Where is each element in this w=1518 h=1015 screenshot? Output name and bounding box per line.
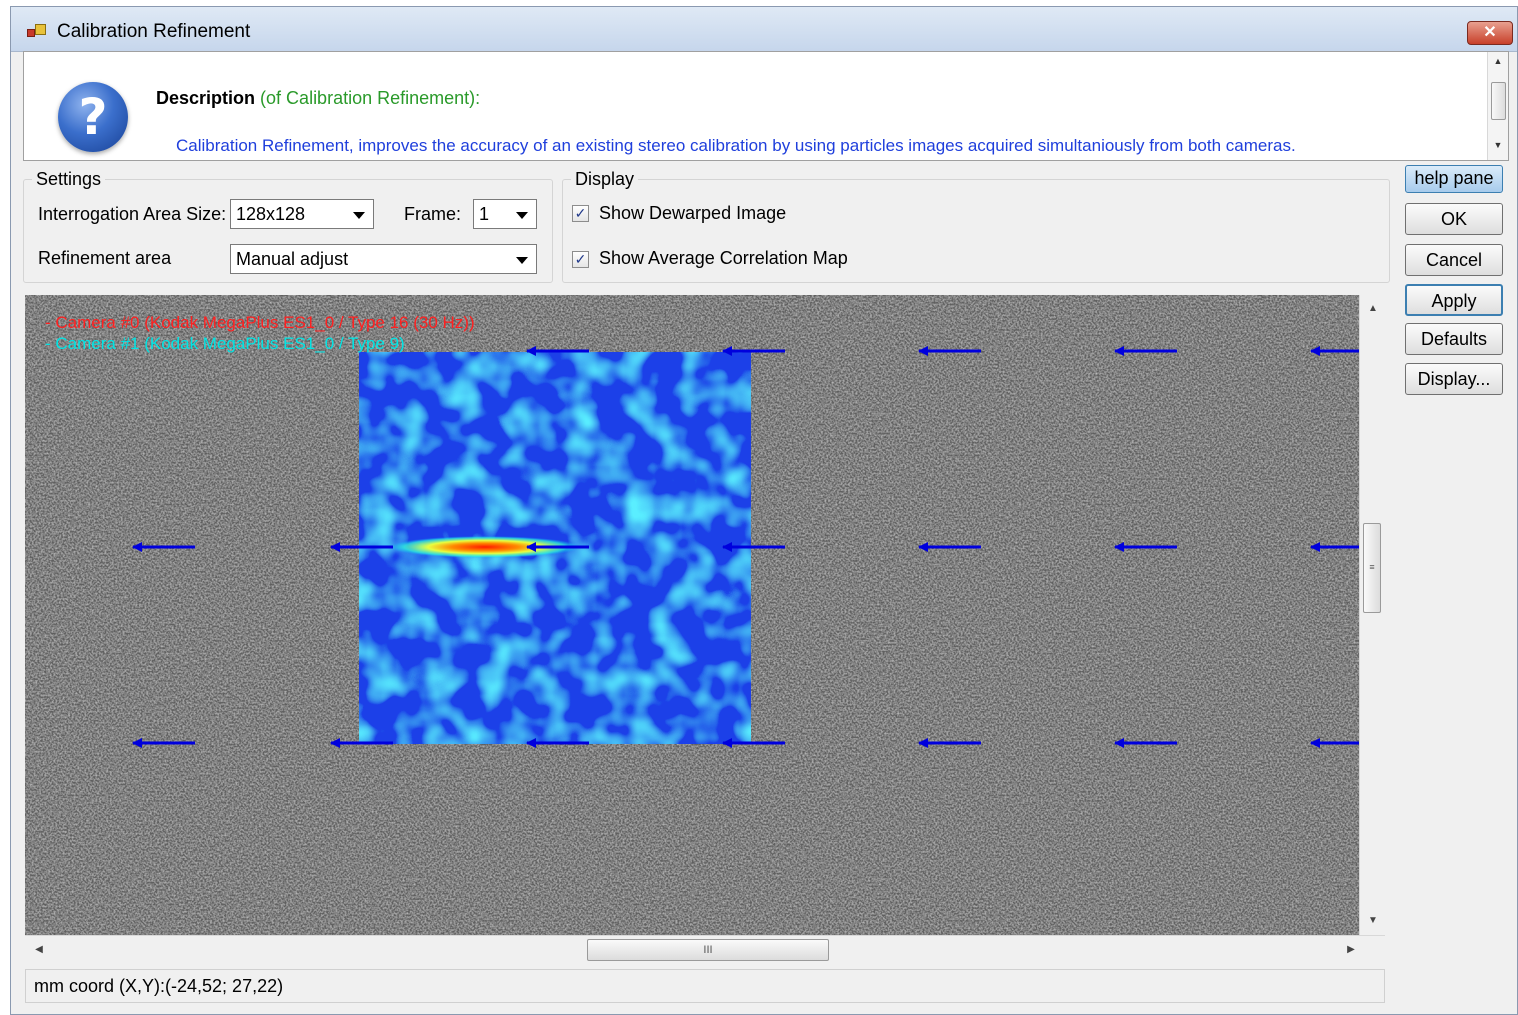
image-vertical-scrollbar[interactable]: ▲ ≡ ▼ (1359, 295, 1386, 935)
refinement-area-label: Refinement area (38, 248, 172, 268)
close-button[interactable]: ✕ (1467, 21, 1513, 45)
frame-value: 1 (479, 204, 490, 224)
description-scrollbar[interactable]: ▲ ▼ (1487, 52, 1508, 160)
horizontal-scroll-thumb[interactable]: III (587, 939, 829, 961)
ia-size-value: 128x128 (236, 204, 306, 224)
settings-group: Settings Interrogation Area Size: 128x12… (23, 169, 553, 283)
image-horizontal-scrollbar[interactable]: ◀ III ▶ (25, 935, 1385, 966)
show-avg-corr-checkbox[interactable]: ✓ (572, 251, 589, 268)
chevron-down-icon (516, 257, 528, 264)
scroll-thumb[interactable] (1491, 82, 1506, 120)
camera0-label: - Camera #0 (Kodak MegaPlus ES1_0 / Type… (45, 313, 475, 332)
description-text: Calibration Refinement, improves the acc… (176, 136, 1296, 155)
calibration-refinement-window: Calibration Refinement ✕ ? Description (… (10, 6, 1518, 1015)
description-heading-bold: Description (156, 88, 256, 108)
description-heading-sub: (of Calibration Refinement): (260, 88, 481, 108)
scroll-down-icon[interactable]: ▼ (1488, 140, 1508, 156)
scroll-left-icon[interactable]: ◀ (29, 940, 49, 960)
scroll-right-icon[interactable]: ▶ (1341, 940, 1361, 960)
ia-size-label: Interrogation Area Size: (38, 204, 227, 224)
show-dewarped-checkbox[interactable]: ✓ (572, 205, 589, 222)
scroll-down-icon[interactable]: ▼ (1360, 911, 1386, 931)
settings-group-title: Settings (32, 169, 106, 190)
description-heading: Description (of Calibration Refinement): (156, 88, 480, 109)
defaults-button[interactable]: Defaults (1405, 323, 1503, 355)
status-bar: mm coord (X,Y):(-24,52; 27,22) (25, 969, 1385, 1003)
frame-label: Frame: (404, 204, 462, 224)
vertical-scroll-thumb[interactable]: ≡ (1363, 523, 1381, 613)
help-pane-button[interactable]: help pane (1405, 165, 1503, 193)
app-icon (27, 23, 47, 39)
chevron-down-icon (516, 212, 528, 219)
window-title: Calibration Refinement (57, 21, 251, 42)
image-view[interactable]: - Camera #0 (Kodak MegaPlus ES1_0 / Type… (25, 295, 1385, 935)
title-bar[interactable]: Calibration Refinement ✕ (11, 7, 1517, 52)
display-button[interactable]: Display... (1405, 363, 1503, 395)
chevron-down-icon (353, 212, 365, 219)
display-group-title: Display (571, 169, 639, 190)
refinement-area-combo[interactable]: Manual adjust (230, 244, 537, 274)
frame-combo[interactable]: 1 (473, 199, 537, 229)
ia-size-combo[interactable]: 128x128 (230, 199, 374, 229)
ok-button[interactable]: OK (1405, 203, 1503, 235)
camera1-label: - Camera #1 (Kodak MegaPlus ES1_0 / Type… (45, 334, 405, 353)
scroll-up-icon[interactable]: ▲ (1488, 56, 1508, 72)
cancel-button[interactable]: Cancel (1405, 244, 1503, 276)
mm-coord-readout: mm coord (X,Y):(-24,52; 27,22) (34, 976, 284, 996)
display-group: Display ✓ Show Dewarped Image ✓ Show Ave… (562, 169, 1390, 283)
show-avg-corr-label[interactable]: Show Average Correlation Map (599, 248, 848, 269)
scroll-up-icon[interactable]: ▲ (1360, 299, 1386, 319)
description-pane: ? Description (of Calibration Refinement… (23, 51, 1509, 161)
show-dewarped-label[interactable]: Show Dewarped Image (599, 203, 786, 224)
refinement-area-value: Manual adjust (236, 249, 349, 269)
particle-image (25, 295, 1385, 935)
help-icon: ? (58, 82, 128, 152)
apply-button[interactable]: Apply (1405, 284, 1503, 316)
